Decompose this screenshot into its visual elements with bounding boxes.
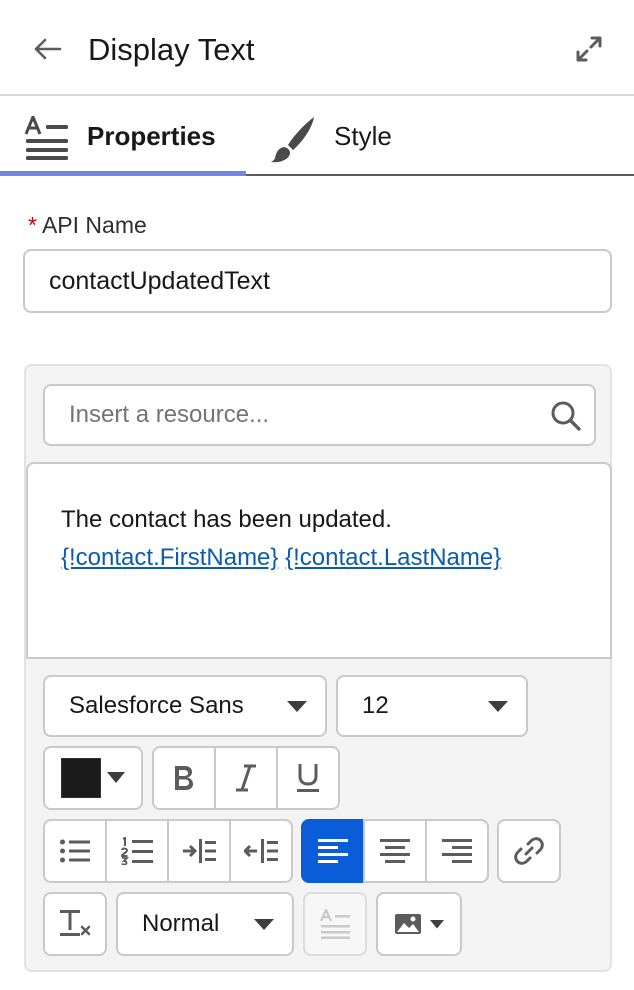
outdent-button[interactable]	[229, 819, 293, 883]
text-color-button[interactable]	[43, 746, 143, 810]
align-center-icon	[380, 839, 410, 863]
tab-style-label: Style	[334, 121, 392, 151]
align-center-button[interactable]	[363, 819, 427, 883]
italic-button[interactable]	[214, 746, 278, 810]
back-button[interactable]	[28, 30, 66, 68]
bulleted-list-icon	[60, 839, 90, 863]
paintbrush-icon	[271, 117, 314, 163]
insert-image-button[interactable]	[376, 892, 462, 956]
font-size-value: 12	[362, 692, 389, 719]
text-format-button[interactable]	[303, 892, 367, 956]
text-format-icon	[24, 116, 68, 160]
insert-link-button[interactable]	[497, 819, 561, 883]
expand-icon	[576, 36, 602, 62]
font-size-select[interactable]: 12	[336, 675, 528, 737]
rich-text-content[interactable]: The contact has been updated. {!contact.…	[26, 462, 612, 659]
tab-bar: Properties Style	[0, 98, 634, 176]
numbered-list-icon	[121, 837, 153, 865]
tab-properties-label: Properties	[87, 121, 216, 151]
align-left-button[interactable]	[301, 819, 365, 883]
link-icon	[514, 837, 544, 865]
chevron-down-icon	[430, 919, 444, 928]
chevron-down-icon	[488, 701, 508, 712]
underline-icon	[297, 764, 319, 792]
image-icon	[395, 914, 421, 934]
italic-icon	[236, 764, 256, 792]
font-family-value: Salesforce Sans	[69, 692, 244, 719]
rich-text-body[interactable]: The contact has been updated. {!contact.…	[61, 501, 501, 577]
font-family-select[interactable]: Salesforce Sans	[43, 675, 327, 737]
arrow-left-icon	[34, 38, 62, 60]
resource-search	[43, 384, 596, 446]
chevron-down-icon	[107, 772, 125, 783]
align-right-icon	[442, 839, 472, 863]
panel-title: Display Text	[88, 32, 255, 67]
resource-search-input[interactable]	[45, 386, 594, 444]
api-name-label: * API Name	[28, 212, 147, 239]
paragraph-format-select[interactable]: Normal	[116, 892, 294, 956]
display-text-editor: The contact has been updated. {!contact.…	[24, 364, 612, 972]
tab-style[interactable]: Style	[262, 98, 422, 174]
formatting-toolbar: Salesforce Sans 12 Normal	[26, 659, 612, 972]
chevron-down-icon	[287, 701, 307, 712]
numbered-list-button[interactable]	[105, 819, 169, 883]
content-line: The contact has been updated.	[61, 506, 392, 533]
indent-icon	[183, 839, 216, 863]
expand-button[interactable]	[570, 30, 608, 68]
alignment-group	[301, 819, 489, 883]
search-icon[interactable]	[550, 400, 582, 432]
underline-button[interactable]	[276, 746, 340, 810]
indent-button[interactable]	[167, 819, 231, 883]
required-marker: *	[28, 212, 37, 238]
api-name-input[interactable]	[23, 249, 612, 313]
api-name-label-text: API Name	[41, 212, 147, 238]
color-swatch	[61, 758, 101, 798]
bold-icon	[175, 766, 193, 790]
bulleted-list-button[interactable]	[43, 819, 107, 883]
text-style-group	[152, 746, 340, 810]
clear-formatting-icon	[60, 910, 91, 936]
clear-formatting-button[interactable]	[43, 892, 107, 956]
outdent-icon	[244, 839, 278, 863]
text-format-icon	[320, 909, 350, 939]
chevron-down-icon	[254, 919, 274, 930]
align-right-button[interactable]	[425, 819, 489, 883]
list-indent-group	[43, 819, 293, 883]
merge-field-first-name[interactable]: {!contact.FirstName}	[61, 544, 278, 571]
bold-button[interactable]	[152, 746, 216, 810]
merge-field-line: {!contact.FirstName} {!contact.LastName}	[61, 539, 501, 577]
merge-field-last-name[interactable]: {!contact.LastName}	[285, 544, 501, 571]
paragraph-format-value: Normal	[142, 910, 220, 937]
align-left-icon	[318, 839, 348, 863]
panel-header: Display Text	[0, 0, 634, 96]
tab-properties[interactable]: Properties	[0, 98, 246, 176]
